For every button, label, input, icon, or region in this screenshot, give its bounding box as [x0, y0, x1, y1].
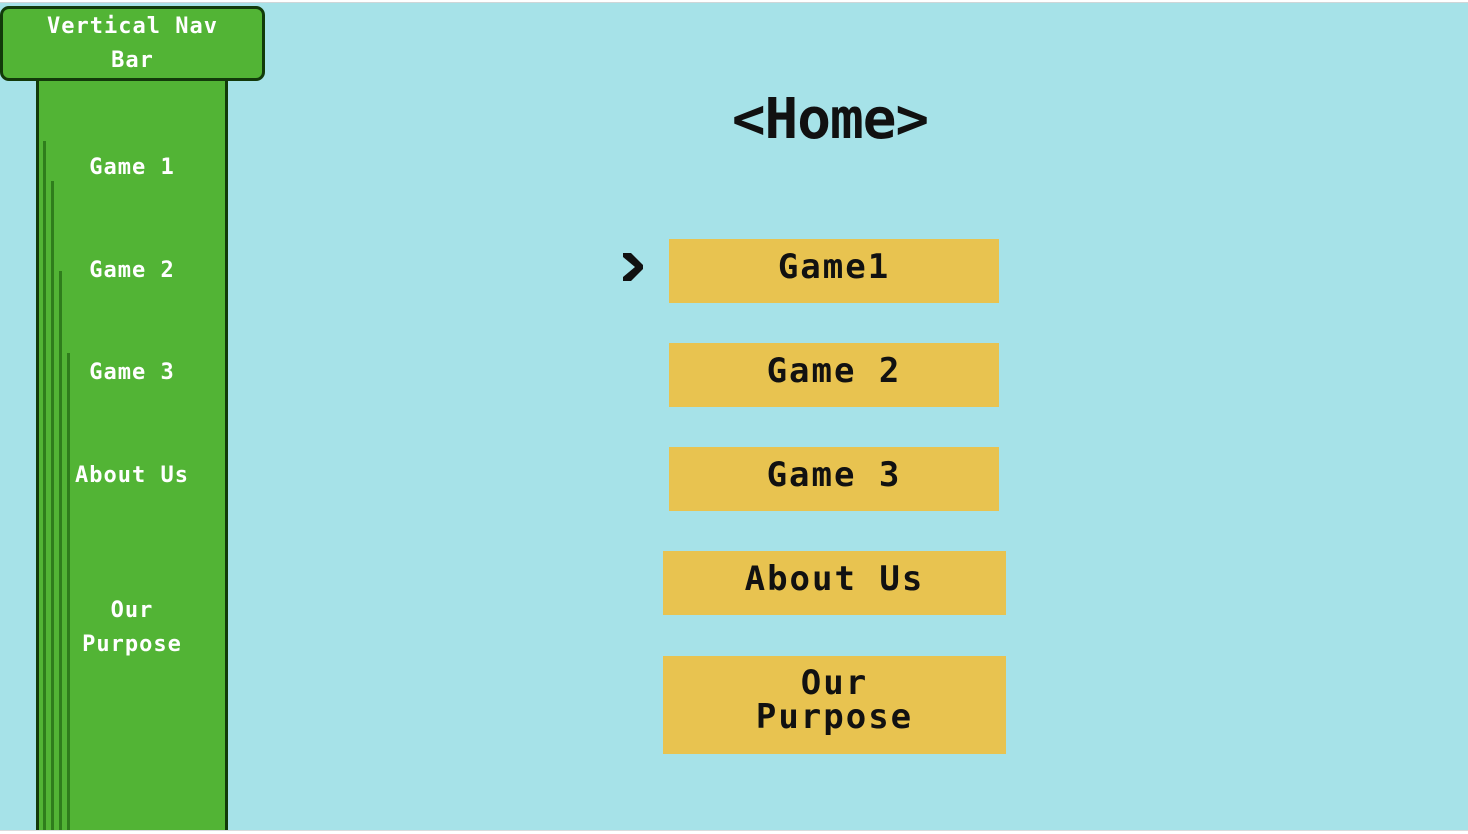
chevron-right-icon: [623, 253, 643, 281]
game-1-button[interactable]: Game1: [669, 239, 999, 303]
nav-item-about-us[interactable]: About Us: [39, 459, 225, 493]
nav-item-game-2[interactable]: Game 2: [39, 254, 225, 288]
our-purpose-button[interactable]: Our Purpose: [663, 656, 1006, 754]
game-3-button-label: Game 3: [766, 455, 902, 495]
game-2-button-label: Game 2: [766, 351, 902, 391]
pipe-shade-line: [59, 271, 62, 830]
nav-item-label: About Us: [75, 463, 189, 488]
nav-item-label: Game 2: [89, 258, 175, 283]
nav-item-game-1[interactable]: Game 1: [39, 151, 225, 185]
about-us-button-label: About Us: [744, 559, 925, 599]
vertical-nav-bar: [36, 77, 228, 830]
nav-bar-header: Vertical Nav Bar: [0, 6, 265, 81]
our-purpose-button-label: Our Purpose: [755, 663, 914, 737]
game-2-button[interactable]: Game 2: [669, 343, 999, 407]
nav-item-label: Our Purpose: [82, 598, 182, 657]
game-3-button[interactable]: Game 3: [669, 447, 999, 511]
about-us-button[interactable]: About Us: [663, 551, 1006, 615]
nav-item-game-3[interactable]: Game 3: [39, 356, 225, 390]
pipe-shade-line: [67, 353, 70, 830]
nav-item-label: Game 1: [89, 155, 175, 180]
nav-item-our-purpose[interactable]: Our Purpose: [39, 594, 225, 662]
nav-item-label: Game 3: [89, 360, 175, 385]
game-1-button-label: Game1: [777, 247, 891, 287]
page-title: <Home>: [731, 87, 929, 152]
home-screen: Vertical Nav Bar Game 1 Game 2 Game 3 Ab…: [0, 2, 1468, 831]
nav-bar-title: Vertical Nav Bar: [47, 13, 218, 73]
